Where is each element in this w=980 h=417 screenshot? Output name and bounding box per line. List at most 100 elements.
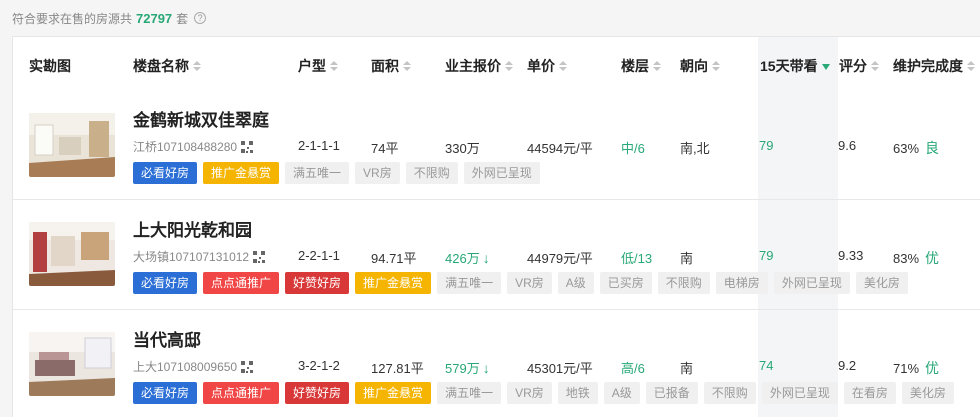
- unit-price-value: 44979元/平: [527, 251, 593, 266]
- listing-table: 实勘图 楼盘名称 户型 面积 业主报价 单价 楼层 朝向 15天带看 评分 维护…: [12, 36, 980, 417]
- listing-photo[interactable]: [29, 222, 115, 286]
- tag: A级: [557, 272, 594, 294]
- tag: A级: [603, 382, 640, 404]
- tag: 已报备: [645, 382, 698, 404]
- tag: 不限购: [703, 382, 756, 404]
- header-orientation[interactable]: 朝向: [680, 56, 720, 76]
- views-value: 74: [759, 358, 774, 373]
- views-value: 79: [759, 138, 774, 153]
- orientation-value: 南,北: [680, 141, 710, 156]
- sort-icon[interactable]: [193, 61, 201, 71]
- tag[interactable]: 好赞好房: [285, 272, 350, 294]
- table-header: 实勘图 楼盘名称 户型 面积 业主报价 单价 楼层 朝向 15天带看 评分 维护…: [13, 37, 980, 91]
- maintenance-grade: 优: [925, 360, 940, 376]
- listing-name[interactable]: 上大阳光乾和园: [133, 216, 252, 241]
- tag-list: 必看好房 点点通推广 好赞好房 推广金悬赏 满五唯一 VR房 A级 已买房 不限…: [133, 272, 908, 294]
- price-value: 330万: [445, 141, 480, 156]
- tag: 美化房: [855, 272, 908, 294]
- unit-price-value: 45301元/平: [527, 361, 593, 376]
- maintenance-cell: 63% 良: [893, 140, 940, 156]
- header-layout[interactable]: 户型: [298, 56, 338, 76]
- header-score[interactable]: 评分: [839, 56, 879, 76]
- tag: VR房: [507, 382, 552, 404]
- score-value: 9.33: [838, 248, 864, 263]
- qr-code-icon[interactable]: [241, 360, 254, 373]
- listing-name[interactable]: 当代高邸: [133, 326, 201, 351]
- sort-icon[interactable]: [712, 61, 720, 71]
- tag[interactable]: 点点通推广: [203, 272, 280, 294]
- qr-code-icon[interactable]: [253, 250, 266, 263]
- orientation-value: 南: [680, 361, 694, 376]
- header-name[interactable]: 楼盘名称: [133, 56, 201, 76]
- tag: VR房: [355, 162, 400, 184]
- header-views-15d[interactable]: 15天带看: [760, 56, 830, 76]
- header-floor[interactable]: 楼层: [621, 56, 661, 76]
- listing-code: 江桥107108488280: [133, 138, 254, 155]
- maintenance-cell: 83% 优: [893, 250, 940, 266]
- header-maintenance[interactable]: 维护完成度: [893, 56, 975, 76]
- tag: 不限购: [657, 272, 710, 294]
- area-value: 74平: [371, 141, 399, 156]
- unit-price-value: 44594元/平: [527, 141, 593, 156]
- tag[interactable]: 好赞好房: [285, 382, 350, 404]
- tag: 在看房: [843, 382, 896, 404]
- sort-icon[interactable]: [967, 61, 975, 71]
- header-photo: 实勘图: [29, 58, 71, 74]
- tag: 满五唯一: [437, 382, 502, 404]
- tag[interactable]: 必看好房: [133, 382, 198, 404]
- table-row[interactable]: 金鹤新城双佳翠庭 江桥107108488280 2-1-1-1 74平 330万…: [13, 91, 980, 199]
- listing-photo[interactable]: [29, 332, 115, 396]
- tag[interactable]: 推广金悬赏: [355, 272, 432, 294]
- sort-icon[interactable]: [559, 61, 567, 71]
- sort-icon[interactable]: [330, 61, 338, 71]
- tag[interactable]: 推广金悬赏: [203, 162, 280, 184]
- tag[interactable]: 推广金悬赏: [355, 382, 432, 404]
- header-unit-price[interactable]: 单价: [527, 56, 567, 76]
- arrow-down-icon: ↓: [482, 359, 490, 376]
- header-area[interactable]: 面积: [371, 56, 411, 76]
- price-value: 426万 ↓: [445, 249, 490, 267]
- tag: 满五唯一: [285, 162, 350, 184]
- sort-icon[interactable]: [505, 61, 513, 71]
- listing-name[interactable]: 金鹤新城双佳翠庭: [133, 106, 269, 131]
- tag: 美化房: [901, 382, 954, 404]
- floor-value: 高/6: [621, 361, 645, 376]
- tag: 已买房: [599, 272, 652, 294]
- header-owner-price[interactable]: 业主报价: [445, 56, 513, 76]
- summary-count: 72797: [136, 10, 173, 26]
- maintenance-grade: 优: [925, 250, 940, 266]
- qr-code-icon[interactable]: [241, 140, 254, 153]
- summary-suffix: 套: [176, 11, 189, 26]
- listing-summary: 符合要求在售的房源共 72797 套 ?: [12, 8, 207, 28]
- tag: 不限购: [405, 162, 458, 184]
- layout-value: 2-2-1-1: [298, 248, 340, 263]
- score-value: 9.6: [838, 138, 857, 153]
- sort-icon[interactable]: [653, 61, 661, 71]
- tag-list: 必看好房 推广金悬赏 满五唯一 VR房 不限购 外网已呈现: [133, 162, 540, 184]
- views-value: 79: [759, 248, 774, 263]
- listing-photo[interactable]: [29, 113, 115, 177]
- sort-icon[interactable]: [403, 61, 411, 71]
- sort-desc-icon[interactable]: [821, 64, 830, 70]
- table-row[interactable]: 当代高邸 上大107108009650 3-2-1-2 127.81平 579万…: [13, 309, 980, 417]
- tag[interactable]: 点点通推广: [203, 382, 280, 404]
- orientation-value: 南: [680, 251, 694, 266]
- tag: VR房: [507, 272, 552, 294]
- maintenance-grade: 良: [925, 140, 940, 156]
- summary-prefix: 符合要求在售的房源共: [12, 11, 133, 26]
- arrow-down-icon: ↓: [482, 249, 490, 266]
- help-icon[interactable]: ?: [194, 12, 207, 24]
- tag[interactable]: 必看好房: [133, 272, 198, 294]
- tag: 地铁: [557, 382, 598, 404]
- sort-icon[interactable]: [871, 61, 879, 71]
- tag: 外网已呈现: [463, 162, 540, 184]
- table-row[interactable]: 上大阳光乾和园 大场镇107107131012 2-2-1-1 94.71平 4…: [13, 199, 980, 309]
- area-value: 127.81平: [371, 361, 424, 376]
- maintenance-cell: 71% 优: [893, 360, 940, 376]
- listing-code: 大场镇107107131012: [133, 248, 266, 265]
- price-value: 579万 ↓: [445, 359, 490, 377]
- area-value: 94.71平: [371, 251, 417, 266]
- tag[interactable]: 必看好房: [133, 162, 198, 184]
- layout-value: 2-1-1-1: [298, 138, 340, 153]
- tag: 电梯房: [715, 272, 768, 294]
